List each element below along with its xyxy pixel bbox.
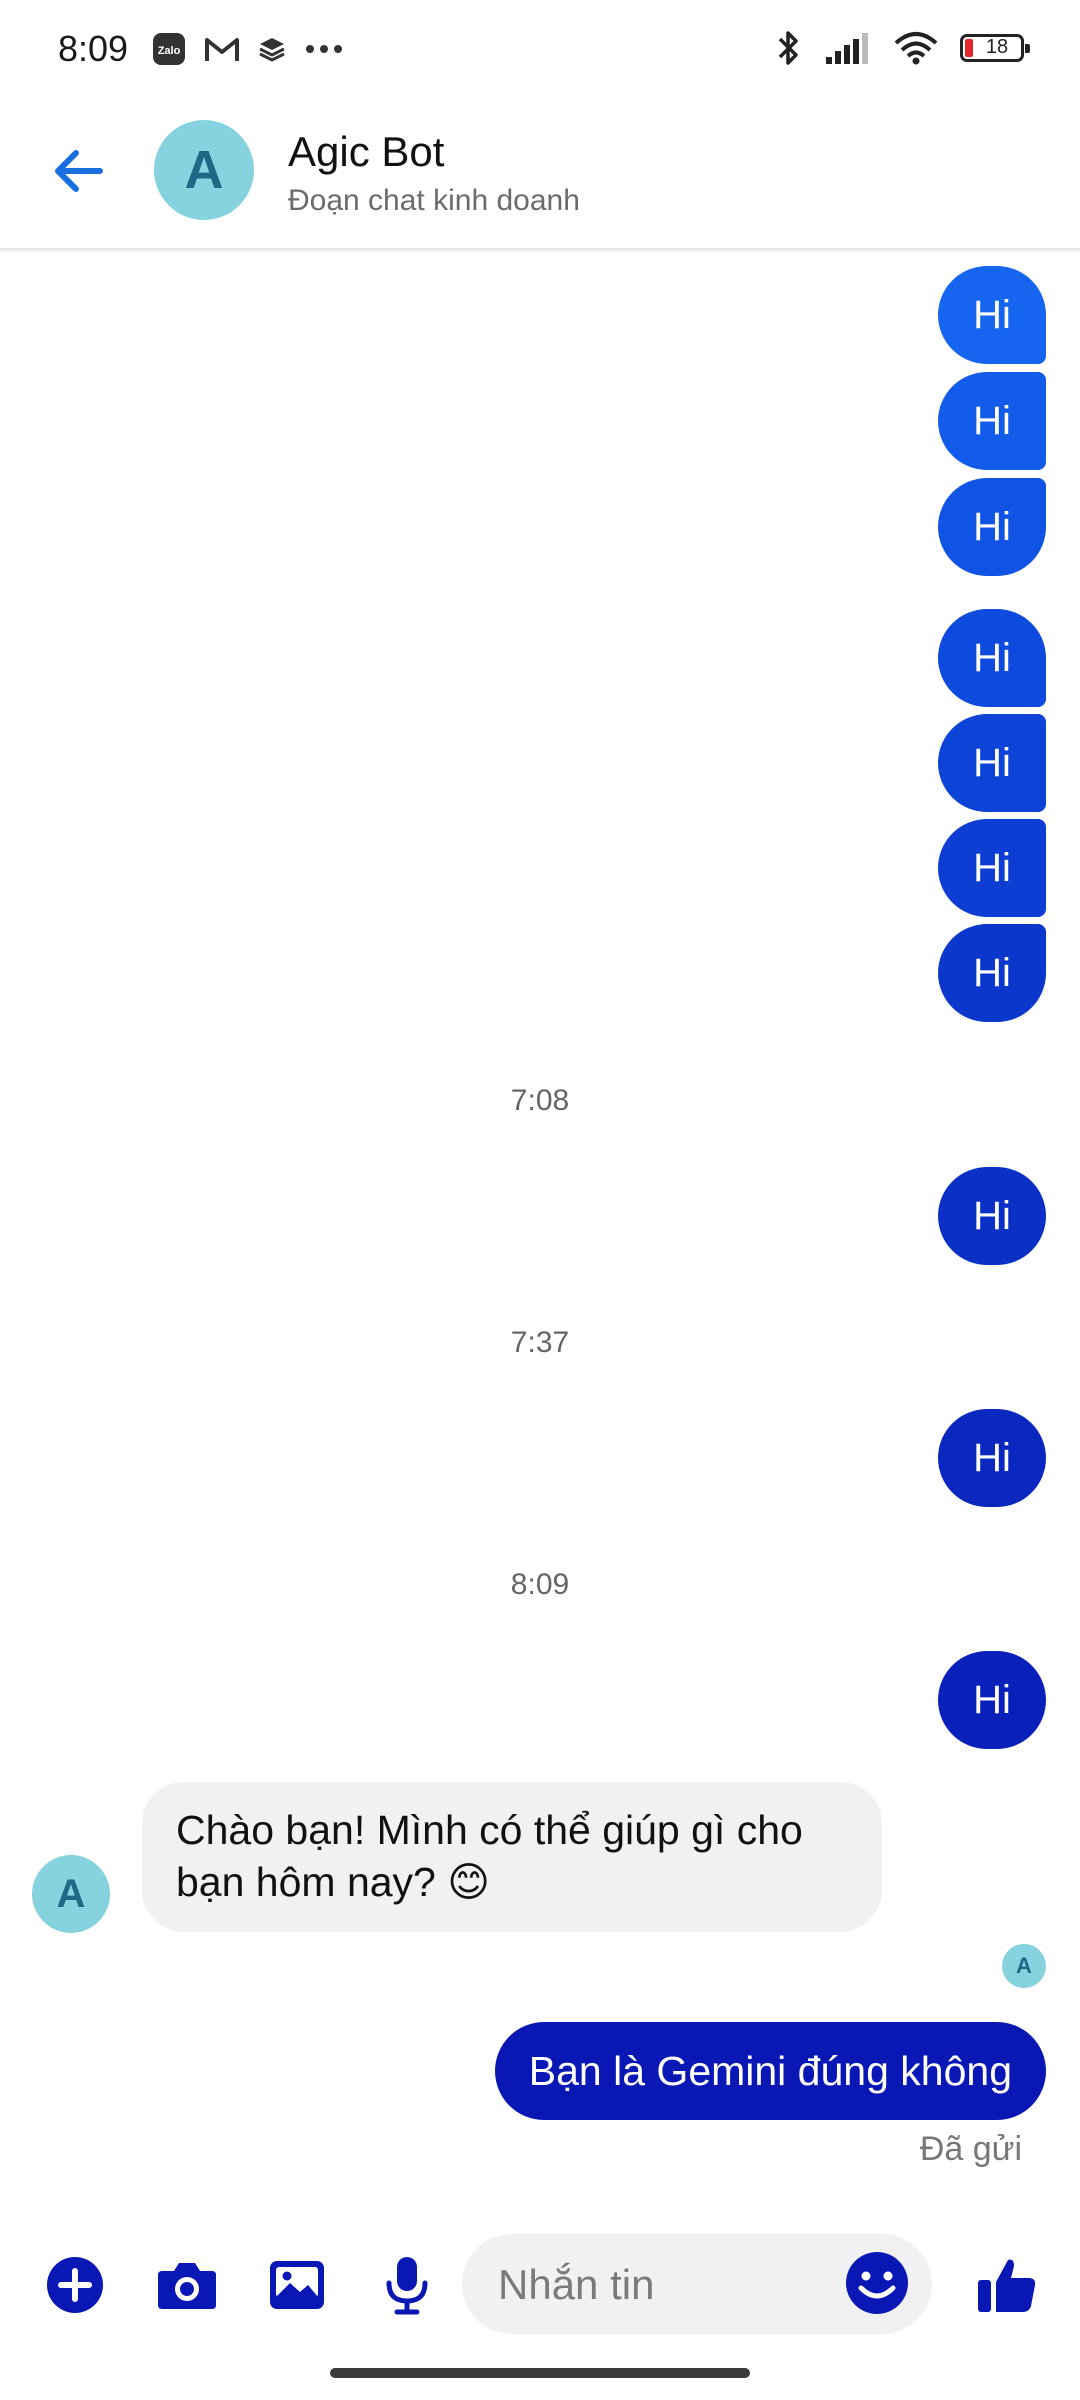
plus-icon (47, 2257, 103, 2313)
bot-message-bubble[interactable]: Chào bạn! Mình có thể giúp gì cho bạn hô… (142, 1782, 882, 1932)
message-input-container (462, 2234, 932, 2336)
user-message-bubble[interactable]: Hi (938, 478, 1046, 576)
gallery-button[interactable] (262, 2250, 332, 2320)
battery-icon: 18 (960, 34, 1030, 62)
home-indicator[interactable] (330, 2368, 750, 2378)
timestamp: 7:08 (510, 1084, 570, 1117)
message-input[interactable] (496, 2234, 830, 2336)
timestamp: 7:37 (510, 1326, 570, 1359)
notification-icons: Zalo (152, 32, 344, 66)
user-message-bubble[interactable]: Hi (938, 372, 1046, 470)
user-message-bubble[interactable]: Bạn là Gemini đúng không (494, 2022, 1046, 2120)
more-icon (306, 45, 342, 53)
mic-icon (386, 2257, 428, 2315)
status-bar: 8:09 Zalo 18 (0, 0, 1080, 100)
contact-subtitle: Đoạn chat kinh doanh (288, 184, 580, 217)
contact-name[interactable]: Agic Bot (288, 128, 444, 176)
back-arrow-icon[interactable] (44, 136, 114, 206)
system-icons: 18 (776, 28, 1030, 68)
user-message-bubble[interactable]: Hi (938, 819, 1046, 917)
signal-icon (826, 33, 868, 64)
plus-button[interactable] (40, 2250, 110, 2320)
user-message-bubble[interactable]: Hi (938, 924, 1046, 1022)
image-icon (270, 2261, 324, 2309)
user-message-bubble[interactable]: Hi (938, 1409, 1046, 1507)
camera-button[interactable] (152, 2250, 222, 2320)
user-message-bubble[interactable]: Hi (938, 266, 1046, 364)
bluetooth-icon (778, 31, 798, 65)
user-message-bubble[interactable]: Hi (938, 1167, 1046, 1265)
emoji-icon[interactable] (844, 2250, 910, 2316)
contact-avatar[interactable]: A (154, 120, 254, 220)
user-message-bubble[interactable]: Hi (938, 1651, 1046, 1749)
thumbs-up-icon (978, 2259, 1036, 2312)
chat-header: A Agic Bot Đoạn chat kinh doanh (0, 100, 1080, 250)
gmail-icon (205, 38, 239, 61)
battery-level: 18 (985, 36, 1009, 58)
timestamp: 8:09 (510, 1568, 570, 1601)
bot-avatar[interactable]: A (32, 1855, 110, 1933)
zalo-icon: Zalo (153, 33, 185, 65)
layers-icon (259, 38, 285, 62)
user-message-bubble[interactable]: Hi (938, 609, 1046, 707)
user-message-bubble[interactable]: Hi (938, 714, 1046, 812)
sent-status: Đã gửi (919, 2130, 1022, 2168)
camera-icon (158, 2263, 216, 2309)
like-button[interactable] (972, 2250, 1042, 2320)
wifi-icon (894, 32, 938, 65)
status-time: 8:09 (58, 28, 129, 69)
mic-button[interactable] (372, 2250, 442, 2320)
seen-avatar: A (1002, 1944, 1046, 1988)
svg-text:Zalo: Zalo (158, 45, 181, 57)
